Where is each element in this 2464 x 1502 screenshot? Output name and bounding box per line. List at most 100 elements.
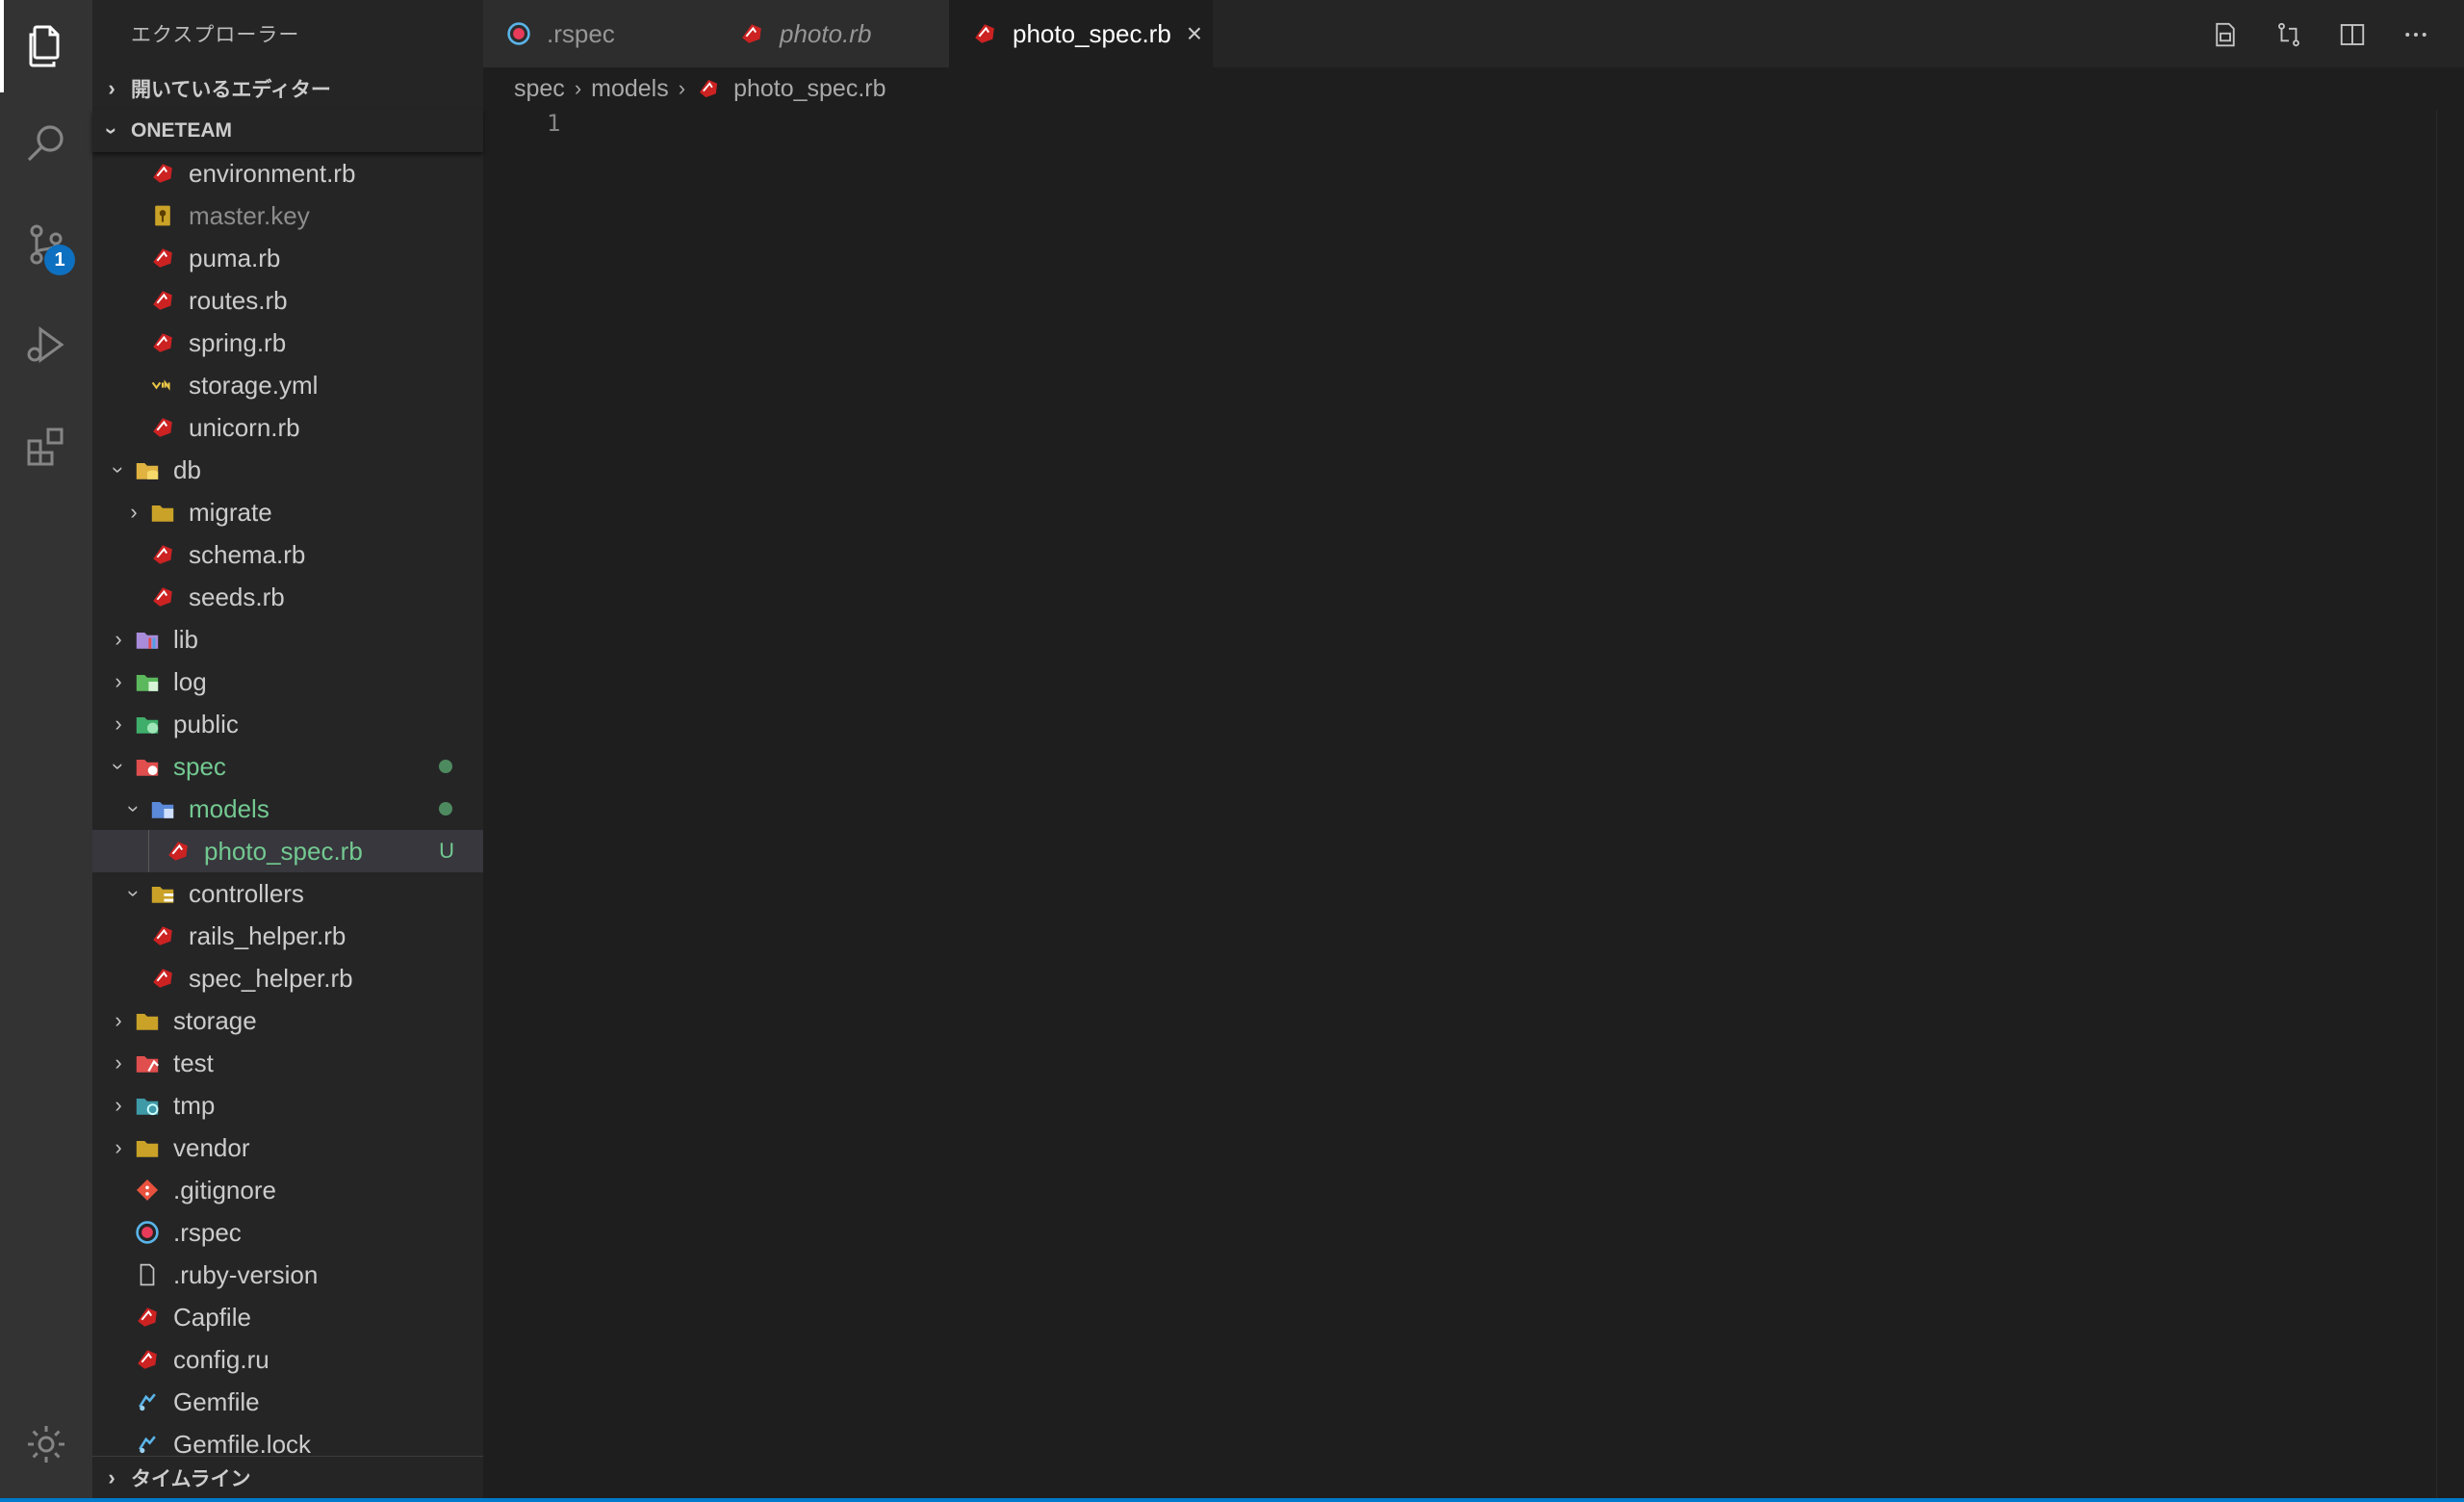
- chevron-down-icon[interactable]: ›: [121, 879, 146, 908]
- tree-file-spring-rb[interactable]: spring.rb: [92, 322, 483, 364]
- rspec-icon: [133, 1218, 162, 1247]
- extensions-icon[interactable]: [0, 401, 92, 493]
- tree-file-config-ru[interactable]: config.ru: [92, 1338, 483, 1381]
- run-debug-icon[interactable]: [0, 298, 92, 391]
- workspace-section[interactable]: › ONETEAM: [92, 110, 483, 152]
- lib-folder-icon: [133, 625, 162, 654]
- editor-scrollbar[interactable]: [2436, 110, 2464, 1498]
- ruby-icon: [148, 583, 177, 611]
- tree-folder-tmp[interactable]: › tmp: [92, 1084, 483, 1126]
- tab--rspec[interactable]: .rspec: [483, 0, 716, 67]
- tree-file-photo-spec-rb[interactable]: photo_spec.rb U: [92, 830, 483, 872]
- ruby-icon: [148, 540, 177, 569]
- tree-item-label: tmp: [173, 1090, 216, 1120]
- breadcrumb-models[interactable]: models: [591, 75, 669, 103]
- tree-file-routes-rb[interactable]: routes.rb: [92, 279, 483, 322]
- tree-item-label: master.key: [189, 200, 310, 230]
- chevron-down-icon[interactable]: ›: [106, 752, 131, 781]
- tree-file-capfile[interactable]: Capfile: [92, 1296, 483, 1338]
- folder-icon: [148, 498, 177, 527]
- tree-item-label: photo_spec.rb: [204, 836, 363, 866]
- breadcrumb-spec[interactable]: spec: [514, 75, 565, 103]
- close-icon[interactable]: ×: [1187, 18, 1202, 49]
- tree-folder-controllers[interactable]: › controllers: [92, 872, 483, 915]
- ruby-icon: [148, 286, 177, 315]
- timeline-section[interactable]: › タイムライン: [92, 1456, 483, 1499]
- tree-item-label: migrate: [189, 497, 272, 527]
- tree-file--rspec[interactable]: .rspec: [92, 1211, 483, 1254]
- open-preview-icon[interactable]: [2208, 17, 2243, 52]
- more-actions-icon[interactable]: [2399, 17, 2433, 52]
- chevron-right-icon[interactable]: ›: [104, 1008, 133, 1033]
- tree-file-gemfile[interactable]: Gemfile: [92, 1381, 483, 1423]
- breadcrumb-file[interactable]: photo_spec.rb: [733, 75, 886, 103]
- breadcrumb: spec › models › photo_spec.rb: [483, 67, 2464, 110]
- ruby-icon: [148, 328, 177, 357]
- search-icon[interactable]: [0, 96, 92, 189]
- tree-file-environment-rb[interactable]: environment.rb: [92, 152, 483, 194]
- chevron-right-icon[interactable]: ›: [104, 1093, 133, 1118]
- chevron-right-icon[interactable]: ›: [104, 712, 133, 737]
- tree-file-seeds-rb[interactable]: seeds.rb: [92, 576, 483, 618]
- file-tree: environment.rb master.key puma.rb routes.rb…: [92, 152, 483, 1454]
- tree-folder-public[interactable]: › public: [92, 703, 483, 745]
- tree-folder-storage[interactable]: › storage: [92, 999, 483, 1042]
- tab-photo-rb[interactable]: photo.rb: [716, 0, 949, 67]
- chevron-down-icon[interactable]: ›: [121, 794, 146, 823]
- tree-item-label: seeds.rb: [189, 582, 285, 611]
- source-control-icon[interactable]: [0, 198, 92, 291]
- tree-item-label: spec_helper.rb: [189, 963, 353, 993]
- open-editors-section[interactable]: › 開いているエディター: [92, 67, 483, 110]
- chevron-right-icon[interactable]: ›: [119, 500, 148, 525]
- tree-file-spec-helper-rb[interactable]: spec_helper.rb: [92, 957, 483, 999]
- tree-folder-models[interactable]: › models: [92, 788, 483, 830]
- ruby-icon: [133, 1303, 162, 1332]
- tree-file-gemfile-lock[interactable]: Gemfile.lock: [92, 1423, 483, 1454]
- tree-item-label: Gemfile.lock: [173, 1429, 312, 1455]
- chevron-right-icon[interactable]: ›: [104, 627, 133, 652]
- split-editor-icon[interactable]: [2335, 17, 2370, 52]
- tree-folder-lib[interactable]: › lib: [92, 618, 483, 660]
- status-bar: [0, 1498, 2464, 1502]
- tree-folder-migrate[interactable]: › migrate: [92, 491, 483, 533]
- chevron-right-icon[interactable]: ›: [104, 1135, 133, 1160]
- explorer-icon[interactable]: [0, 0, 92, 92]
- chevron-right-icon: ›: [108, 76, 116, 100]
- tree-item-label: environment.rb: [189, 158, 356, 188]
- tree-file-storage-yml[interactable]: storage.yml: [92, 364, 483, 406]
- tree-file-schema-rb[interactable]: schema.rb: [92, 533, 483, 576]
- explorer-sidebar: エクスプローラー › 開いているエディター › ONETEAM environm…: [92, 0, 483, 1499]
- tree-item-label: unicorn.rb: [189, 412, 300, 442]
- db-folder-icon: [133, 455, 162, 484]
- open-changes-icon[interactable]: [2272, 17, 2306, 52]
- tab-label: photo_spec.rb: [1013, 18, 1171, 48]
- tree-folder-test[interactable]: › test: [92, 1042, 483, 1084]
- tree-folder-db[interactable]: › db: [92, 449, 483, 491]
- tree-file-puma-rb[interactable]: puma.rb: [92, 237, 483, 279]
- tree-file-unicorn-rb[interactable]: unicorn.rb: [92, 406, 483, 449]
- tree-folder-vendor[interactable]: › vendor: [92, 1126, 483, 1169]
- yaml-icon: [148, 371, 177, 400]
- chevron-right-icon[interactable]: ›: [104, 669, 133, 694]
- chevron-right-icon: ›: [108, 1465, 116, 1489]
- tree-folder-spec[interactable]: › spec: [92, 745, 483, 788]
- ruby-icon: [148, 159, 177, 188]
- ruby-icon: [970, 19, 999, 48]
- tree-item-label: spring.rb: [189, 327, 287, 357]
- chevron-down-icon[interactable]: ›: [106, 455, 131, 484]
- tree-item-label: controllers: [189, 878, 304, 908]
- chevron-right-icon[interactable]: ›: [104, 1050, 133, 1075]
- tree-item-label: test: [173, 1048, 214, 1077]
- code-editor[interactable]: 1: [483, 110, 2464, 1498]
- tab-photo-spec-rb[interactable]: photo_spec.rb ×: [949, 0, 1213, 67]
- tree-file-master-key[interactable]: master.key: [92, 194, 483, 237]
- tree-item-label: lib: [173, 624, 199, 654]
- log-folder-icon: [133, 667, 162, 696]
- settings-gear-icon[interactable]: [0, 1398, 92, 1490]
- tree-folder-log[interactable]: › log: [92, 660, 483, 703]
- tree-file-rails-helper-rb[interactable]: rails_helper.rb: [92, 915, 483, 957]
- tree-file--gitignore[interactable]: .gitignore: [92, 1169, 483, 1211]
- git-icon: [133, 1176, 162, 1204]
- tree-file--ruby-version[interactable]: .ruby-version: [92, 1254, 483, 1296]
- ruby-icon: [148, 413, 177, 442]
